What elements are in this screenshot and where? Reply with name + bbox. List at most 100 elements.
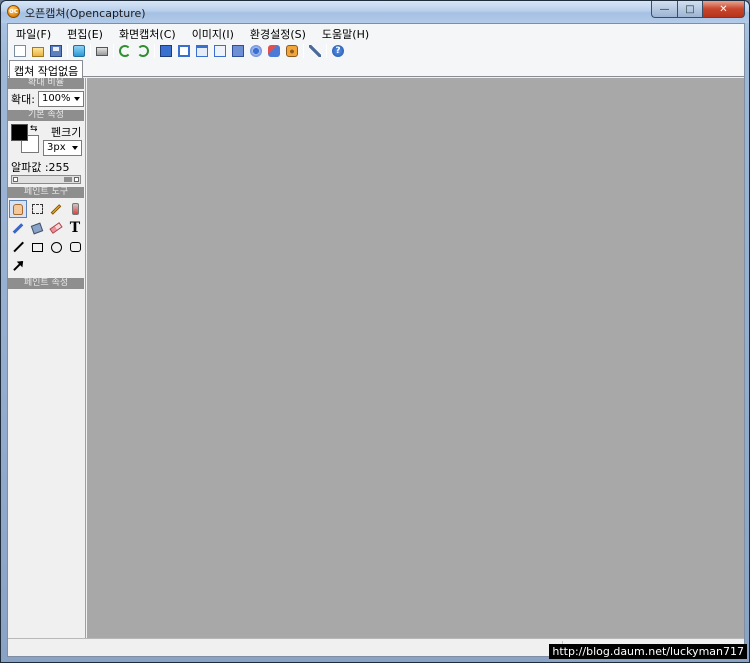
title-bar[interactable]: oc 오픈캡쳐(Opencapture) — □ ✕	[1, 1, 749, 23]
open-folder-icon	[32, 46, 44, 57]
toolbar: ?	[8, 41, 744, 60]
redo-icon	[137, 44, 149, 57]
canvas-area[interactable]	[87, 78, 744, 638]
capture-multi-icon	[268, 44, 280, 57]
eraser-icon	[49, 222, 63, 234]
help-icon: ?	[332, 44, 344, 57]
app-icon[interactable]: oc	[7, 5, 20, 18]
capture-fullscreen-button[interactable]	[230, 43, 246, 59]
close-button[interactable]: ✕	[702, 1, 745, 18]
twitter-icon	[73, 44, 85, 57]
line-tool[interactable]	[9, 238, 27, 256]
toolbar-separator	[326, 43, 327, 58]
spray-icon	[71, 203, 79, 215]
capture-camera-button[interactable]	[284, 43, 300, 59]
pencil-tool[interactable]	[47, 200, 65, 218]
capture-active-window-button[interactable]	[194, 43, 210, 59]
redo-button[interactable]	[135, 43, 151, 59]
save-icon	[50, 44, 62, 57]
capture-region-button[interactable]	[158, 43, 174, 59]
zoom-select[interactable]: 100%	[37, 90, 84, 107]
tab-no-capture[interactable]: 캡쳐 작업없음	[9, 60, 84, 78]
arrow-tool[interactable]	[9, 257, 27, 275]
capture-scroll-button[interactable]	[212, 43, 228, 59]
save-button[interactable]	[48, 43, 64, 59]
minimize-button[interactable]: —	[651, 1, 677, 18]
paint-props-section-header: 페인트 속성	[8, 278, 84, 289]
color-swatches: ⇆	[9, 123, 41, 155]
eyedropper-tool[interactable]	[9, 219, 27, 237]
zoom-section-header: 확대 비율	[8, 78, 84, 89]
rounded-rect-tool[interactable]	[66, 238, 84, 256]
rect-select-tool[interactable]	[28, 200, 46, 218]
ellipse-tool[interactable]	[47, 238, 65, 256]
alpha-slider[interactable]	[11, 175, 81, 184]
new-button[interactable]	[12, 43, 28, 59]
undo-icon	[119, 44, 131, 57]
help-button[interactable]: ?	[330, 43, 346, 59]
maximize-icon: □	[685, 3, 695, 15]
pencil-icon	[50, 203, 62, 215]
menu-bar: 파일(F) 편집(E) 화면캡처(C) 이미지(I) 환경설정(S) 도움말(H…	[8, 24, 744, 41]
text-icon: T	[69, 220, 81, 236]
settings-button[interactable]	[307, 43, 323, 59]
swap-colors-icon[interactable]: ⇆	[30, 124, 38, 134]
capture-window-button[interactable]	[176, 43, 192, 59]
alpha-label: 알파값 :255	[11, 161, 70, 174]
text-tool[interactable]: T	[66, 219, 84, 237]
open-button[interactable]	[30, 43, 46, 59]
zoom-value: 100%	[41, 92, 71, 104]
app-window: oc 오픈캡쳐(Opencapture) — □ ✕ 파일(F) 편집(E) 화…	[0, 0, 750, 663]
window-title: 오픈캡쳐(Opencapture)	[25, 7, 146, 20]
toolbar-separator	[90, 43, 91, 58]
maximize-button[interactable]: □	[677, 1, 702, 18]
menu-capture[interactable]: 화면캡처(C)	[114, 24, 182, 41]
foreground-color-swatch[interactable]	[11, 124, 28, 141]
capture-window-icon	[178, 44, 190, 57]
paint-bucket-icon	[30, 222, 44, 234]
paint-tools-grid: T	[8, 198, 85, 276]
toolbar-separator	[113, 43, 114, 58]
minimize-icon: —	[659, 3, 670, 15]
line-icon	[12, 241, 24, 253]
alpha-row: 알파값 :255	[8, 159, 85, 174]
capture-camera-icon	[286, 44, 298, 57]
chevron-down-icon	[72, 146, 78, 150]
alpha-slider-row	[8, 173, 85, 185]
chevron-down-icon	[73, 96, 80, 101]
slider-right-arrow[interactable]	[74, 177, 79, 182]
eyedropper-icon	[12, 222, 24, 234]
pen-size-label: 펜크기	[51, 126, 82, 139]
menu-edit[interactable]: 편집(E)	[62, 24, 109, 41]
pen-size-value: 3px	[47, 142, 66, 153]
hand-tool[interactable]	[9, 200, 27, 218]
menu-settings[interactable]: 환경설정(S)	[245, 24, 312, 41]
menu-help[interactable]: 도움말(H)	[317, 24, 375, 41]
menu-image[interactable]: 이미지(I)	[187, 24, 240, 41]
toolbar-separator	[303, 43, 304, 58]
capture-multi-button[interactable]	[266, 43, 282, 59]
capture-scroll-icon	[214, 44, 226, 57]
slider-thumb[interactable]	[64, 177, 72, 182]
zoom-row: 확대: 100%	[8, 89, 85, 108]
rectangle-tool[interactable]	[28, 238, 46, 256]
print-button[interactable]	[94, 43, 110, 59]
fill-tool[interactable]	[28, 219, 46, 237]
paint-tools-section-header: 페인트 도구	[8, 187, 84, 198]
capture-region-icon	[160, 44, 172, 57]
eraser-tool[interactable]	[47, 219, 65, 237]
undo-button[interactable]	[117, 43, 133, 59]
watermark: http://blog.daum.net/luckyman717	[549, 644, 747, 659]
spray-tool[interactable]	[66, 200, 84, 218]
print-icon	[96, 46, 108, 56]
settings-wrench-icon	[309, 44, 321, 57]
twitter-button[interactable]	[71, 43, 87, 59]
capture-fixed-size-icon	[250, 44, 262, 57]
sidebar: 확대 비율 확대: 100% 기본 속성 ⇆ 펜크기 3px 알파값:255 …	[8, 78, 86, 638]
pen-size-select[interactable]: 3px	[43, 140, 82, 156]
slider-left-arrow[interactable]	[13, 177, 18, 182]
basic-section-header: 기본 속성	[8, 110, 84, 121]
menu-file[interactable]: 파일(F)	[11, 24, 57, 41]
capture-fixed-size-button[interactable]	[248, 43, 264, 59]
zoom-label: 확대:	[11, 92, 35, 106]
